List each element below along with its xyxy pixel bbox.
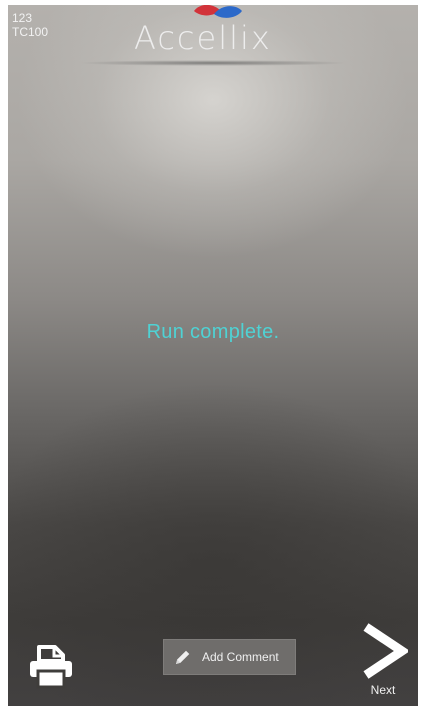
- print-button[interactable]: [26, 641, 76, 691]
- logo-text: Accellix: [134, 19, 272, 57]
- device-model: TC100: [12, 25, 49, 39]
- status-message: Run complete.: [146, 321, 280, 343]
- printer-icon: [30, 645, 72, 689]
- run-complete-screen: 123 TC100 Accellix Run complete. Add Com…: [8, 5, 418, 706]
- chevron-right-icon: [363, 623, 408, 679]
- accellix-logo: Accellix: [128, 5, 308, 65]
- next-label: Next: [370, 683, 396, 697]
- add-comment-button[interactable]: Add Comment: [163, 639, 296, 675]
- logo-shadow: [78, 60, 348, 66]
- next-button[interactable]: Next: [358, 623, 408, 699]
- device-info: 123 TC100: [12, 11, 48, 39]
- device-id: 123: [12, 11, 33, 25]
- add-comment-label: Add Comment: [202, 650, 279, 664]
- pencil-icon: [176, 650, 190, 664]
